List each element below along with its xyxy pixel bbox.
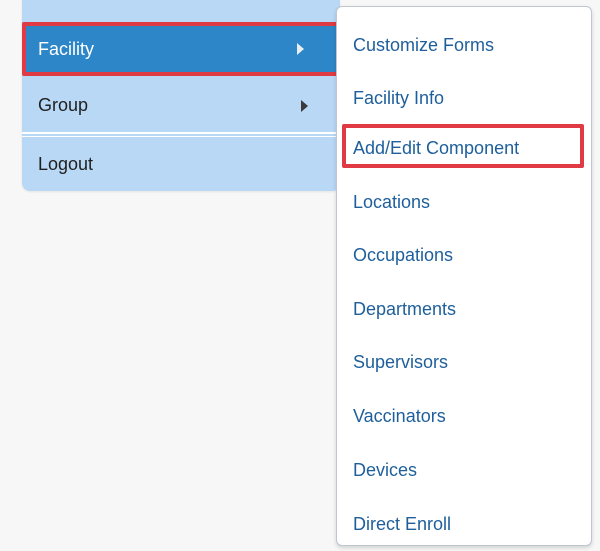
- menu-item-group[interactable]: Group: [22, 78, 340, 133]
- menu-item-label: Logout: [38, 153, 94, 174]
- submenu-item-locations[interactable]: Locations: [353, 191, 430, 213]
- menu-item-label: Facility: [38, 38, 95, 59]
- submenu-item-direct-enroll[interactable]: Direct Enroll: [353, 513, 451, 535]
- menu-divider: [22, 132, 340, 134]
- submenu-item-facility-info[interactable]: Facility Info: [353, 87, 444, 109]
- menu-item-logout[interactable]: Logout: [22, 136, 340, 191]
- chevron-right-icon: [297, 43, 304, 55]
- menu-item-facility[interactable]: Facility: [22, 22, 340, 76]
- submenu-item-customize-forms[interactable]: Customize Forms: [353, 34, 494, 56]
- submenu-item-supervisors[interactable]: Supervisors: [353, 351, 448, 373]
- menu-item-label: Group: [38, 95, 89, 115]
- submenu-item-departments[interactable]: Departments: [353, 298, 456, 320]
- submenu-item-add-edit-component[interactable]: Add/Edit Component: [353, 137, 519, 159]
- submenu-item-occupations[interactable]: Occupations: [353, 244, 453, 266]
- submenu-item-vaccinators[interactable]: Vaccinators: [353, 405, 446, 427]
- facility-submenu: Customize Forms Facility Info Add/Edit C…: [336, 6, 592, 546]
- chevron-right-icon: [301, 99, 308, 112]
- main-menu: Facility Group Logout: [22, 0, 340, 191]
- submenu-item-devices[interactable]: Devices: [353, 459, 417, 481]
